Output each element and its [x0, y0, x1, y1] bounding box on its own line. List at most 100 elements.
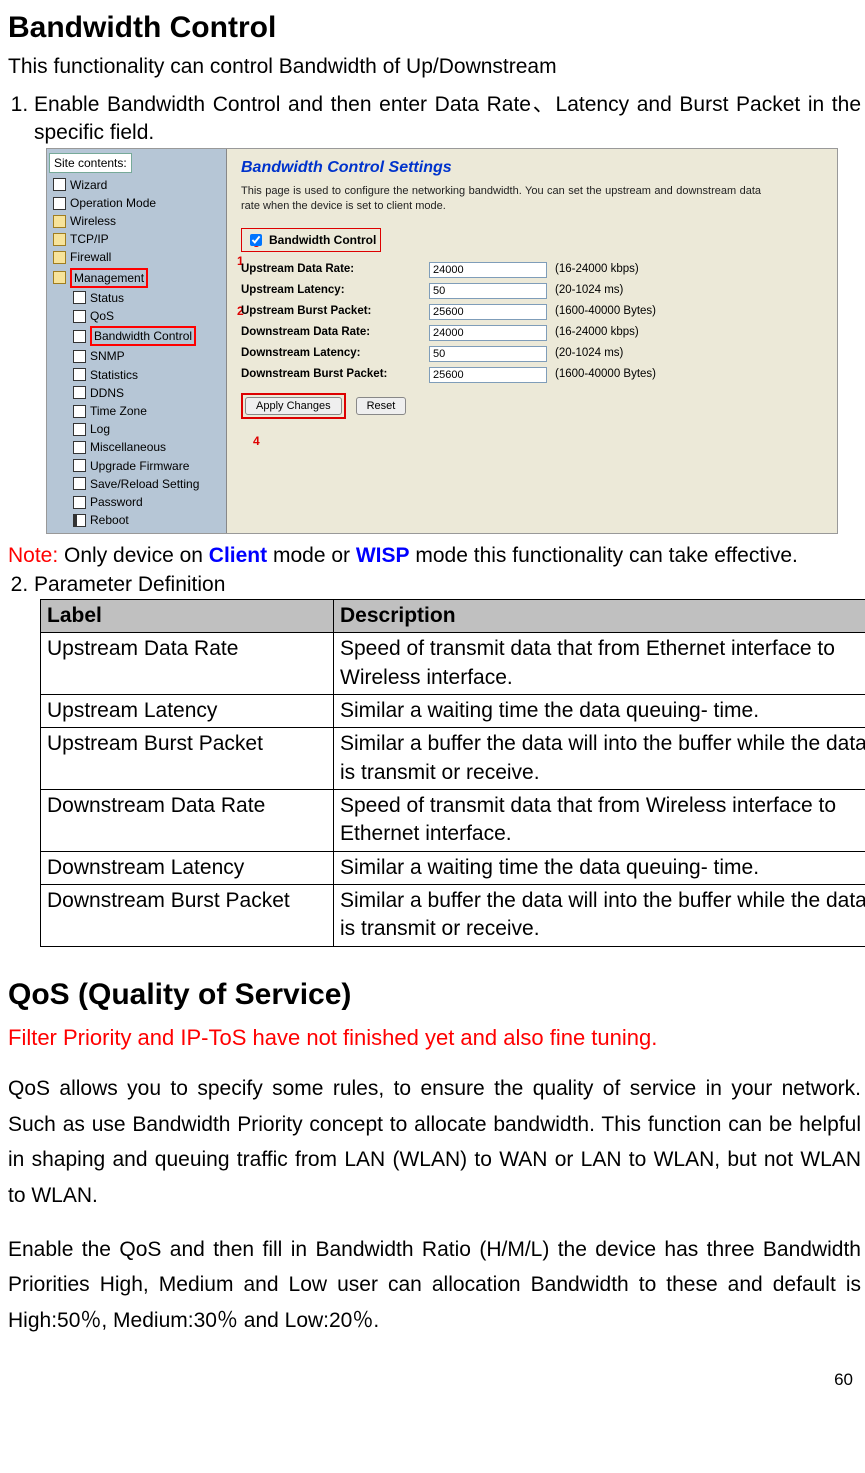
note-client: Client	[209, 544, 267, 567]
field-input[interactable]	[429, 346, 547, 362]
tree-item[interactable]: Management	[49, 267, 224, 289]
field-hint: (16-24000 kbps)	[555, 262, 639, 278]
panel-title: Bandwidth Control Settings	[241, 157, 827, 179]
tree-item-label: Upgrade Firmware	[90, 458, 189, 474]
tree-item[interactable]: Password	[49, 493, 224, 511]
tree-item[interactable]: SNMP	[49, 347, 224, 365]
tree-item-label: DDNS	[90, 385, 124, 401]
panel-subtitle: This page is used to configure the netwo…	[241, 184, 761, 214]
folder-icon	[53, 233, 66, 246]
param-table: Label Description Upstream Data RateSpee…	[40, 599, 865, 947]
td-label: Upstream Data Rate	[41, 633, 334, 695]
th-desc: Description	[334, 599, 865, 632]
field-input[interactable]	[429, 283, 547, 299]
heading-bandwidth: Bandwidth Control	[8, 8, 861, 49]
page-icon	[73, 441, 86, 454]
tree-item[interactable]: Wireless	[49, 212, 224, 230]
reset-button[interactable]: Reset	[356, 397, 407, 415]
td-label: Downstream Latency	[41, 851, 334, 884]
td-desc: Similar a waiting time the data queuing-…	[334, 851, 865, 884]
tree-item[interactable]: Status	[49, 289, 224, 307]
field-hint: (1600-40000 Bytes)	[555, 304, 656, 320]
tree-item[interactable]: Time Zone	[49, 402, 224, 420]
tree-item[interactable]: Bandwidth Control	[49, 325, 224, 347]
tree-item[interactable]: Reboot	[49, 511, 224, 529]
tree-item-label: Time Zone	[90, 403, 147, 419]
out-icon	[73, 514, 86, 527]
field-input[interactable]	[429, 262, 547, 278]
table-row: Upstream Data RateSpeed of transmit data…	[41, 633, 865, 695]
field-label: Downstream Burst Packet:	[241, 367, 421, 383]
step2-text: Parameter Definition	[34, 573, 225, 596]
tree-item-label: QoS	[90, 308, 114, 324]
page-icon	[53, 197, 66, 210]
tree-item[interactable]: Operation Mode	[49, 194, 224, 212]
td-label: Upstream Burst Packet	[41, 728, 334, 790]
page-icon	[73, 386, 86, 399]
tree-item[interactable]: Wizard	[49, 176, 224, 194]
tree-item-label: Statistics	[90, 367, 138, 383]
table-row: Downstream Data RateSpeed of transmit da…	[41, 790, 865, 852]
td-desc: Similar a buffer the data will into the …	[334, 885, 865, 947]
td-desc: Similar a waiting time the data queuing-…	[334, 695, 865, 728]
field-label: Downstream Data Rate:	[241, 325, 421, 341]
field-hint: (20-1024 ms)	[555, 346, 623, 362]
form-row: Downstream Latency: (20-1024 ms)	[241, 346, 827, 362]
tree-item[interactable]: Save/Reload Setting	[49, 475, 224, 493]
td-label: Upstream Latency	[41, 695, 334, 728]
step2: Parameter Definition Label Description U…	[34, 571, 861, 947]
page-icon	[73, 423, 86, 436]
tree-item[interactable]: TCP/IP	[49, 230, 224, 248]
note-line: Note: Only device on Client mode or WISP…	[8, 542, 861, 570]
enable-checkbox[interactable]	[250, 234, 262, 246]
tree-item[interactable]: Upgrade Firmware	[49, 457, 224, 475]
form-row: Downstream Burst Packet:(1600-40000 Byte…	[241, 367, 827, 383]
tree-item-label: Bandwidth Control	[90, 326, 196, 346]
enable-box: Bandwidth Control	[241, 228, 381, 252]
field-label: Upstream Latency:	[241, 283, 421, 299]
field-input[interactable]	[429, 325, 547, 341]
apply-button[interactable]: Apply Changes	[245, 397, 342, 415]
tree-item[interactable]: Log	[49, 420, 224, 438]
tree-item[interactable]: Miscellaneous	[49, 438, 224, 456]
tree-item-label: Wizard	[70, 177, 107, 193]
note-t2: mode or	[267, 544, 356, 567]
form-row: Upstream Data Rate:(16-24000 kbps)	[241, 262, 827, 278]
page-icon	[73, 368, 86, 381]
tree-item-label: Password	[90, 494, 143, 510]
page-icon	[53, 178, 66, 191]
tree-item-label: Status	[90, 290, 124, 306]
tree-item[interactable]: Firewall	[49, 248, 224, 266]
note-label: Note:	[8, 544, 58, 567]
tree-item-label: Save/Reload Setting	[90, 476, 199, 492]
tree-item-label: Miscellaneous	[90, 439, 166, 455]
note-t3: mode this functionality can take effecti…	[410, 544, 798, 567]
table-row: Upstream Burst PacketSimilar a buffer th…	[41, 728, 865, 790]
note-t1: Only device on	[58, 544, 209, 567]
field-label: Downstream Latency:	[241, 346, 421, 362]
page-icon	[73, 291, 86, 304]
tree-item[interactable]: Statistics	[49, 366, 224, 384]
table-row: Downstream Burst PacketSimilar a buffer …	[41, 885, 865, 947]
form-row: Upstream Burst Packet: (1600-40000 Bytes)	[241, 304, 827, 320]
tree-item[interactable]: QoS	[49, 307, 224, 325]
tree-item-label: Firewall	[70, 249, 111, 265]
field-input[interactable]	[429, 304, 547, 320]
th-label: Label	[41, 599, 334, 632]
apply-highlight: Apply Changes	[241, 393, 346, 419]
heading-qos: QoS (Quality of Service)	[8, 975, 861, 1016]
folder-icon	[53, 251, 66, 264]
td-label: Downstream Data Rate	[41, 790, 334, 852]
field-input[interactable]	[429, 367, 547, 383]
td-desc: Speed of transmit data that from Etherne…	[334, 633, 865, 695]
field-hint: (16-24000 kbps)	[555, 325, 639, 341]
qos-para2: Enable the QoS and then fill in Bandwidt…	[8, 1232, 861, 1339]
form-row: Downstream Data Rate: (16-24000 kbps)	[241, 325, 827, 341]
tree-item[interactable]: DDNS	[49, 384, 224, 402]
field-hint: (20-1024 ms)	[555, 283, 623, 299]
intro-text: This functionality can control Bandwidth…	[8, 53, 861, 81]
field-label: Upstream Burst Packet:	[241, 304, 421, 320]
step1: Enable Bandwidth Control and then enter …	[34, 91, 861, 534]
td-desc: Speed of transmit data that from Wireles…	[334, 790, 865, 852]
page-icon	[73, 405, 86, 418]
